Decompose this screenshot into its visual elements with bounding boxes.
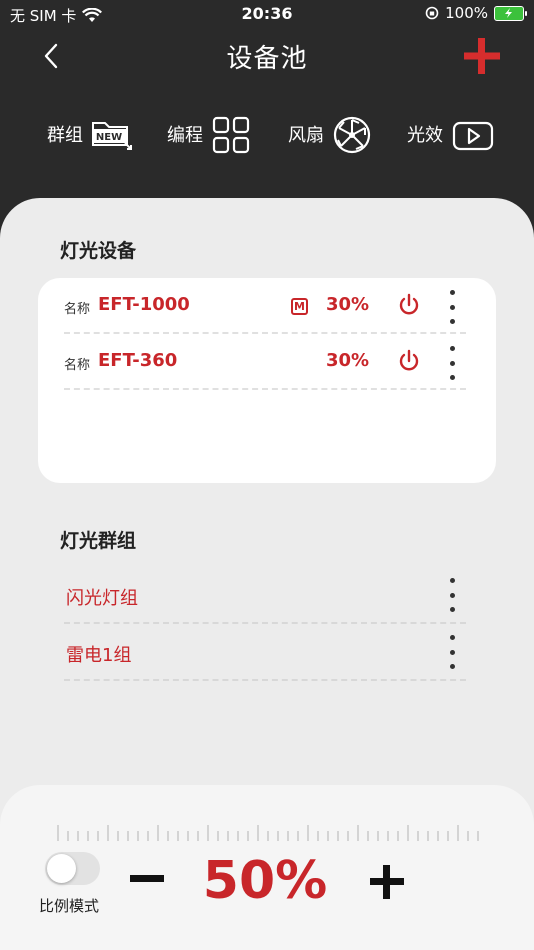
increase-button[interactable] (370, 865, 404, 899)
devices-section-title: 灯光设备 (60, 240, 137, 262)
tool-fan-label: 风扇 (288, 125, 324, 146)
more-dot-icon (449, 635, 455, 640)
device-name: EFT-1000 (98, 294, 190, 315)
power-button[interactable] (398, 293, 420, 317)
more-options-button[interactable] (444, 635, 460, 669)
tool-group-label: 群组 (47, 125, 83, 146)
device-percent: 30% (326, 294, 370, 315)
group-name: 雷电1组 (66, 645, 132, 666)
battery-icon (494, 5, 527, 21)
ratio-mode-label: 比例模式 (39, 897, 100, 915)
group-row[interactable]: 雷电1组 (64, 625, 466, 681)
brightness-ruler[interactable] (56, 823, 480, 843)
tool-group[interactable]: 群组 NEW (47, 115, 133, 151)
power-icon (399, 349, 419, 371)
more-dot-icon (449, 578, 455, 583)
manual-badge: M (291, 298, 308, 315)
decrease-button[interactable] (130, 867, 164, 891)
more-options-button[interactable] (444, 578, 460, 612)
more-dot-icon (449, 319, 455, 324)
add-button[interactable] (462, 36, 502, 76)
brightness-value: 50% (202, 851, 328, 911)
more-dot-icon (449, 375, 455, 380)
groups-section-title: 灯光群组 (60, 530, 137, 552)
more-dot-icon (449, 664, 455, 669)
grid-icon (212, 116, 250, 154)
device-name-label: 名称 (64, 302, 91, 317)
battery-percent: 100% (445, 4, 488, 22)
power-icon (399, 293, 419, 315)
new-folder-icon: NEW (92, 122, 132, 150)
more-options-button[interactable] (444, 290, 460, 324)
more-dot-icon (449, 649, 455, 655)
new-badge-text: NEW (96, 132, 122, 143)
tool-effect-label: 光效 (407, 125, 443, 146)
tool-fan[interactable]: 风扇 (288, 115, 372, 155)
device-row[interactable]: 名称 EFT-360 30% (64, 334, 466, 390)
page-title: 设备池 (226, 44, 308, 74)
nav-bar: 设备池 (0, 28, 534, 88)
ratio-mode-toggle[interactable] (45, 852, 100, 885)
brightness-control: 比例模式 50% (0, 785, 534, 950)
tool-program-label: 编程 (167, 125, 203, 146)
more-dot-icon (449, 607, 455, 612)
more-dot-icon (449, 592, 455, 598)
more-dot-icon (449, 346, 455, 351)
device-list: 名称 EFT-1000 M 30% 名称 EFT-360 30% (38, 278, 496, 483)
orientation-lock-icon (425, 6, 439, 20)
fan-icon (333, 116, 371, 154)
tool-effect[interactable]: 光效 (407, 115, 495, 155)
device-percent: 30% (326, 350, 370, 371)
more-options-button[interactable] (444, 346, 460, 380)
power-button[interactable] (398, 349, 420, 373)
tool-program[interactable]: 编程 (167, 115, 251, 155)
more-dot-icon (449, 304, 455, 310)
toolbar: 群组 NEW 编程 风扇 光效 (0, 115, 534, 175)
status-bar: 无 SIM 卡 20:36 100% (0, 0, 534, 28)
device-row[interactable]: 名称 EFT-1000 M 30% (64, 278, 466, 334)
more-dot-icon (449, 360, 455, 366)
group-row[interactable]: 闪光灯组 (64, 568, 466, 624)
status-right: 100% (425, 4, 527, 22)
device-name-label: 名称 (64, 358, 91, 373)
group-name: 闪光灯组 (66, 588, 138, 609)
toggle-knob (47, 854, 76, 883)
plus-icon (464, 38, 500, 74)
play-icon (452, 121, 494, 151)
more-dot-icon (449, 290, 455, 295)
device-name: EFT-360 (98, 350, 178, 371)
